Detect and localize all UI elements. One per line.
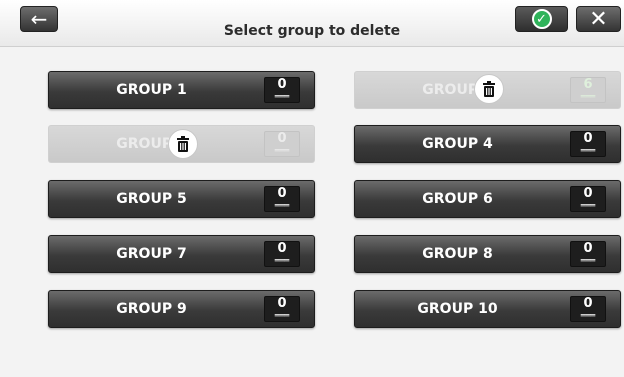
confirm-button[interactable]: ✓ (515, 6, 568, 32)
device-count: 0 ═══ (570, 131, 606, 157)
trash-glyph (483, 81, 495, 97)
group-label: GROUP 8 (422, 246, 493, 262)
group-button-10[interactable]: GROUP 10 0 ═══ (354, 290, 621, 328)
device-count: 0 ═══ (570, 186, 606, 212)
group-button-9[interactable]: GROUP 9 0 ═══ (48, 290, 315, 328)
check-icon: ✓ (531, 9, 552, 29)
trash-glyph (177, 136, 189, 152)
group-label: GROUP 7 (116, 246, 187, 262)
trash-icon[interactable] (474, 74, 504, 104)
group-label: GROUP 1 (116, 82, 187, 98)
group-label: GROUP 9 (116, 301, 187, 317)
group-button-6[interactable]: GROUP 6 0 ═══ (354, 180, 621, 218)
group-button-7[interactable]: GROUP 7 0 ═══ (48, 235, 315, 273)
group-button-8[interactable]: GROUP 8 0 ═══ (354, 235, 621, 273)
header-bar: ← Select group to delete ✓ ✕ (0, 0, 624, 47)
group-button-1[interactable]: GROUP 1 0 ═══ (48, 71, 315, 109)
device-count: 0 ═══ (264, 296, 300, 322)
device-count: 0 ═══ (264, 186, 300, 212)
group-label: GROUP 2 (422, 82, 493, 98)
group-label: GROUP 5 (116, 191, 187, 207)
device-count: 0 ═══ (264, 131, 300, 157)
group-button-4[interactable]: GROUP 4 0 ═══ (354, 125, 621, 163)
close-button[interactable]: ✕ (576, 6, 621, 32)
close-icon: ✕ (589, 6, 608, 32)
device-count: 0 ═══ (264, 77, 300, 103)
device-count: 0 ═══ (570, 241, 606, 267)
device-count: 0 ═══ (264, 241, 300, 267)
group-label: GROUP 4 (422, 136, 493, 152)
group-label: GROUP 3 (116, 136, 187, 152)
trash-icon[interactable] (168, 129, 198, 159)
device-count: 6 ═══ (570, 77, 606, 103)
device-count: 0 ═══ (570, 296, 606, 322)
group-label: GROUP 10 (417, 301, 498, 317)
group-button-5[interactable]: GROUP 5 0 ═══ (48, 180, 315, 218)
group-label: GROUP 6 (422, 191, 493, 207)
